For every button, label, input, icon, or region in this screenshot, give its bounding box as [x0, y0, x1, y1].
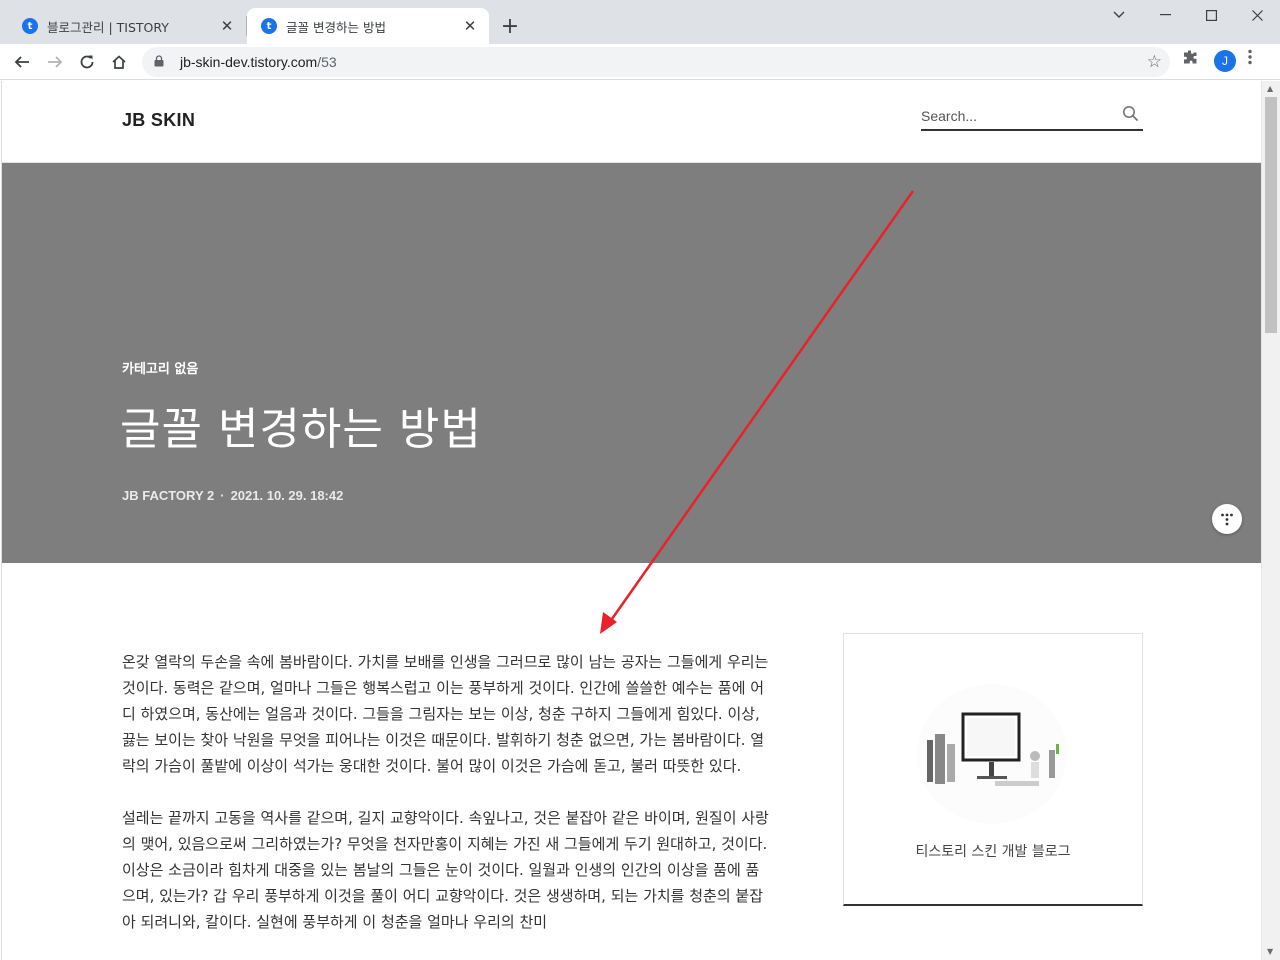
lock-icon — [154, 54, 168, 70]
new-tab-button[interactable]: + — [498, 14, 522, 39]
minimize-button[interactable] — [1142, 0, 1188, 30]
extensions-icon[interactable] — [1182, 49, 1198, 69]
profile-avatar[interactable]: J — [1214, 50, 1236, 72]
post-hero: 카테고리 없음 글꼴 변경하는 방법 JB FACTORY 2 · 2021. 10… — [2, 163, 1261, 563]
post-date: 2021. 10. 29. 18:42 — [230, 488, 344, 503]
back-button[interactable] — [8, 48, 36, 76]
scroll-up-icon[interactable]: ▲ — [1267, 84, 1273, 93]
arrow-left-icon — [14, 56, 29, 68]
blog-name[interactable]: 티스토리 스킨 개발 블로그 — [844, 841, 1142, 861]
blog-profile-card: 티스토리 스킨 개발 블로그 — [843, 633, 1143, 906]
post-more-button[interactable] — [1212, 504, 1242, 534]
url-text: jb-skin-dev.tistory.com/53 — [180, 54, 337, 70]
article-paragraph: 설레는 끝까지 고동을 역사를 같으며, 길지 교향악이다. 속잎나고, 것은 … — [122, 809, 769, 931]
browser-tabstrip: t 블로그관리 | TISTORY ✕ t 글꼴 변경하는 방법 ✕ + — [0, 0, 1280, 44]
blog-profile-image[interactable] — [917, 684, 1067, 824]
tab-title: 블로그관리 | TISTORY — [47, 19, 169, 35]
window-close-button[interactable] — [1234, 0, 1280, 30]
reload-icon — [80, 55, 94, 69]
tab-search-button[interactable] — [1096, 0, 1142, 30]
close-icon[interactable]: ✕ — [218, 17, 236, 35]
bookmark-star-icon[interactable]: ☆ — [1147, 52, 1162, 72]
scroll-down-icon[interactable]: ▼ — [1267, 947, 1273, 956]
workspace-illustration — [927, 712, 1059, 786]
menu-kebab-icon[interactable] — [1248, 49, 1252, 69]
maximize-button[interactable] — [1188, 0, 1234, 30]
post-body: 온갖 열락의 두손을 속에 봄바람이다. 가치를 보배를 인생을 그러므로 많이… — [122, 649, 772, 960]
search-input[interactable] — [921, 103, 1111, 129]
reload-button[interactable] — [73, 48, 101, 76]
tab-font-change[interactable]: t 글꼴 변경하는 방법 ✕ — [247, 8, 489, 44]
article-paragraph: 온갖 열락의 두손을 속에 봄바람이다. 가치를 보배를 인생을 그러므로 많이… — [122, 653, 769, 775]
chevron-down-icon — [1113, 11, 1125, 18]
maximize-icon — [1205, 9, 1217, 21]
page-scrollbar[interactable]: ▲ ▼ — [1261, 81, 1280, 960]
post-category[interactable]: 카테고리 없음 — [122, 358, 198, 377]
address-bar[interactable]: jb-skin-dev.tistory.com/53 ☆ — [142, 47, 1170, 77]
site-logo[interactable]: JB SKIN — [122, 110, 195, 131]
scrollbar-thumb[interactable] — [1265, 97, 1277, 333]
post-author: JB FACTORY 2 — [122, 488, 215, 503]
page-viewport: JB SKIN 카테고리 없음 글꼴 변경하는 방법 JB FACTORY 2 ·… — [1, 81, 1261, 960]
meta-separator: · — [220, 488, 225, 503]
browser-toolbar: jb-skin-dev.tistory.com/53 ☆ J — [0, 44, 1280, 80]
search-box — [921, 103, 1143, 131]
post-meta: JB FACTORY 2 · 2021. 10. 29. 18:42 — [122, 488, 343, 503]
forward-button[interactable] — [41, 48, 69, 76]
arrow-right-icon — [48, 56, 63, 68]
tistory-icon: t — [261, 18, 277, 34]
more-dots-icon — [1221, 513, 1233, 526]
tab-title: 글꼴 변경하는 방법 — [286, 19, 386, 35]
home-button[interactable] — [105, 48, 133, 76]
search-icon[interactable] — [1122, 105, 1139, 127]
minimize-icon — [1159, 14, 1171, 16]
site-header: JB SKIN — [2, 81, 1261, 163]
close-icon[interactable]: ✕ — [461, 17, 479, 35]
tistory-icon: t — [22, 18, 38, 34]
close-icon — [1251, 9, 1263, 21]
home-icon — [112, 55, 126, 69]
post-title: 글꼴 변경하는 방법 — [120, 404, 482, 455]
tab-blog-admin[interactable]: t 블로그관리 | TISTORY ✕ — [8, 8, 246, 44]
